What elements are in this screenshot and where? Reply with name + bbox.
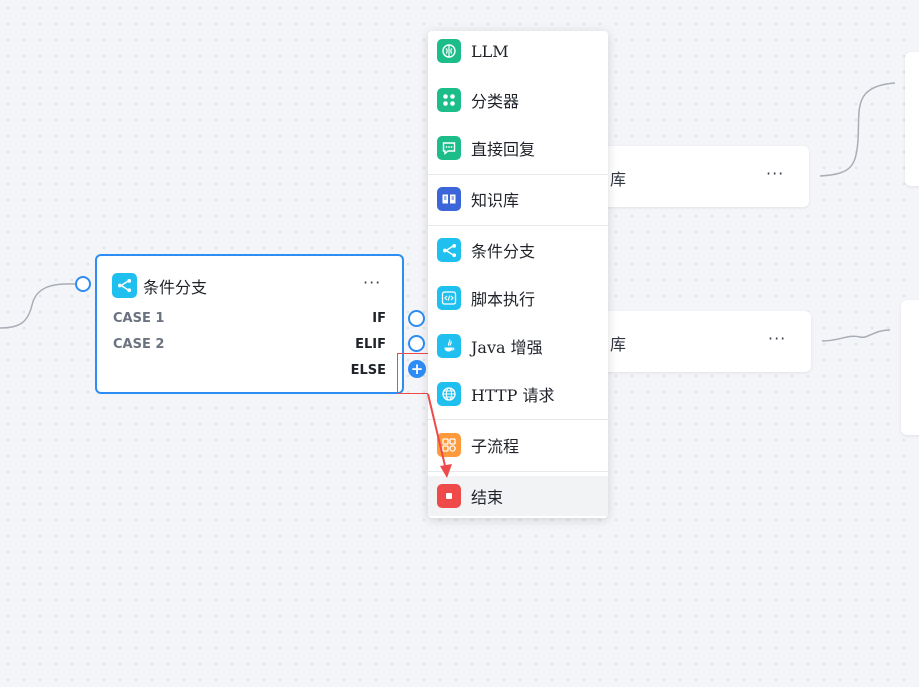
else-branch-label: ELSE: [350, 363, 386, 378]
elif-output-handle[interactable]: [408, 335, 425, 352]
menu-item-knowledge-base[interactable]: 知识库: [428, 179, 608, 219]
edge-top-right: [819, 82, 896, 177]
subflow-icon: [437, 433, 461, 457]
menu-item-script[interactable]: 脚本执行: [428, 278, 608, 318]
menu-item-label: 子流程: [471, 437, 520, 456]
menu-item-direct-reply[interactable]: 直接回复: [428, 128, 608, 168]
menu-item-java[interactable]: Java 增强: [428, 326, 608, 366]
menu-divider: [428, 225, 608, 226]
if-branch-label: IF: [372, 311, 386, 326]
menu-item-label: 条件分支: [471, 242, 536, 261]
menu-divider: [428, 471, 608, 472]
menu-divider: [428, 174, 608, 175]
node-title: 条件分支: [143, 278, 208, 297]
menu-item-label: 结束: [471, 488, 504, 507]
menu-item-label: LLM: [471, 41, 509, 61]
stop-icon: [437, 484, 461, 508]
menu-item-label: 知识库: [471, 191, 520, 210]
java-icon: [437, 334, 461, 358]
menu-item-label: 分类器: [471, 92, 520, 111]
node-right-bottom[interactable]: [901, 300, 919, 435]
code-icon: [437, 286, 461, 310]
edge-mid-right: [821, 329, 891, 342]
classifier-icon: [437, 88, 461, 112]
node-title: 库: [610, 335, 627, 354]
more-options-icon[interactable]: ···: [766, 164, 784, 183]
menu-item-llm[interactable]: LLM: [428, 31, 608, 71]
case-2-label: CASE 2: [113, 337, 165, 352]
edge-incoming: [0, 283, 76, 329]
condition-branch-node[interactable]: 条件分支 ··· CASE 1 CASE 2 IF ELIF ELSE: [95, 254, 404, 394]
menu-item-label: 脚本执行: [471, 290, 536, 309]
branch-icon: [437, 238, 461, 262]
more-options-icon[interactable]: ···: [363, 273, 381, 292]
more-options-icon[interactable]: ···: [768, 329, 786, 348]
if-output-handle[interactable]: [408, 310, 425, 327]
case-1-label: CASE 1: [113, 311, 165, 326]
node-type-menu: LLM 分类器 直接回复 知识库 条件分支 脚本执行 Java 增强 HTTP …: [428, 31, 608, 518]
menu-item-subflow[interactable]: 子流程: [428, 425, 608, 465]
menu-item-classifier[interactable]: 分类器: [428, 80, 608, 120]
menu-divider: [428, 419, 608, 420]
book-icon: [437, 187, 461, 211]
brain-icon: [437, 39, 461, 63]
menu-item-label: Java 增强: [471, 338, 543, 357]
node-title: 库: [610, 170, 627, 189]
reply-icon: [437, 136, 461, 160]
menu-item-end[interactable]: 结束: [428, 476, 608, 516]
branch-icon: [112, 273, 137, 298]
menu-item-label: 直接回复: [471, 140, 536, 159]
elif-branch-label: ELIF: [355, 337, 386, 352]
menu-item-label: HTTP 请求: [471, 386, 555, 405]
node-right-top[interactable]: [905, 52, 919, 186]
menu-item-http[interactable]: HTTP 请求: [428, 374, 608, 414]
menu-item-condition-branch[interactable]: 条件分支: [428, 230, 608, 270]
workflow-canvas[interactable]: 库 ··· 库 ··· 条件分支 ··· CASE 1 CASE 2 IF EL…: [0, 0, 919, 687]
input-handle[interactable]: [75, 276, 91, 292]
globe-icon: [437, 382, 461, 406]
